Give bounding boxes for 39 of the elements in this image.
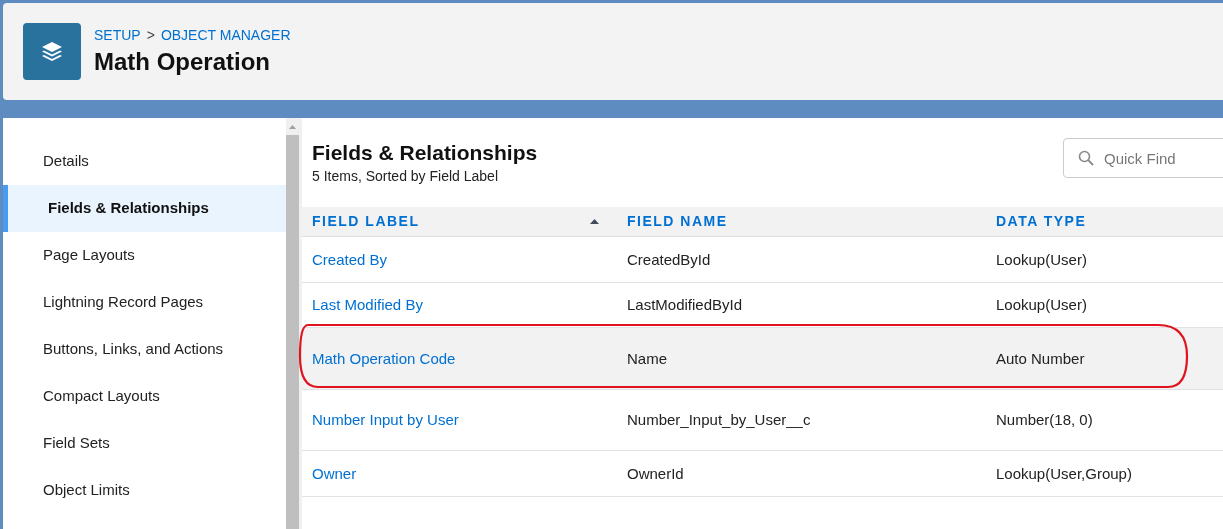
sidebar-item[interactable]: Lightning Record Pages (3, 279, 286, 326)
field-label-link[interactable]: Owner (312, 464, 357, 482)
field-label-link[interactable]: Math Operation Code (312, 349, 456, 367)
field-label-link[interactable]: Last Modified By (312, 296, 423, 313)
section-subtitle: 5 Items, Sorted by Field Label (312, 167, 499, 186)
sidebar-item[interactable]: Field Sets (3, 420, 286, 467)
page-title: Math Operation (94, 47, 271, 77)
layers-icon (23, 23, 81, 80)
column-header[interactable]: FIELD NAME (627, 211, 728, 232)
table-cell: Lookup(User,Group) (996, 464, 1132, 482)
breadcrumb-link[interactable]: SETUP (94, 25, 141, 46)
scroll-up-icon[interactable] (289, 124, 296, 129)
table-row[interactable]: Math Operation Code Name Auto Number (302, 328, 1223, 390)
field-label-link[interactable]: Number Input by User (312, 411, 459, 428)
column-header[interactable]: FIELD LABEL (312, 211, 420, 232)
sort-ascending-icon[interactable] (590, 219, 599, 224)
section-title: Fields & Relationships (312, 140, 538, 166)
sidebar-item[interactable]: Buttons, Links, and Actions (3, 326, 286, 373)
column-header[interactable]: DATA TYPE (996, 211, 1087, 232)
table-cell: Lookup(User) (996, 296, 1087, 313)
table-cell: Number_Input_by_User__c (627, 411, 811, 428)
sidebar-item[interactable]: Details (3, 138, 286, 185)
sidebar-item[interactable]: Compact Layouts (3, 373, 286, 420)
table-cell: Number(18, 0) (996, 411, 1093, 428)
table-cell: OwnerId (627, 464, 684, 482)
table-cell: Lookup(User) (996, 250, 1087, 268)
sidebar-item[interactable]: Fields & Relationships (3, 185, 286, 232)
search-icon (1078, 150, 1094, 166)
breadcrumb-separator: > (146, 26, 155, 45)
table-cell: LastModifiedById (627, 296, 743, 313)
table-cell: CreatedById (627, 250, 711, 268)
breadcrumb-link[interactable]: OBJECT MANAGER (160, 25, 291, 46)
table-cell: Name (627, 349, 667, 367)
table-cell: Auto Number (996, 349, 1085, 367)
field-label-link[interactable]: Created By (312, 250, 388, 268)
sidebar-item[interactable]: Object Limits (3, 467, 286, 514)
scrollbar[interactable] (286, 118, 299, 529)
search-field[interactable]: Quick Find (1063, 138, 1223, 178)
sidebar-item[interactable]: Page Layouts (3, 232, 286, 279)
